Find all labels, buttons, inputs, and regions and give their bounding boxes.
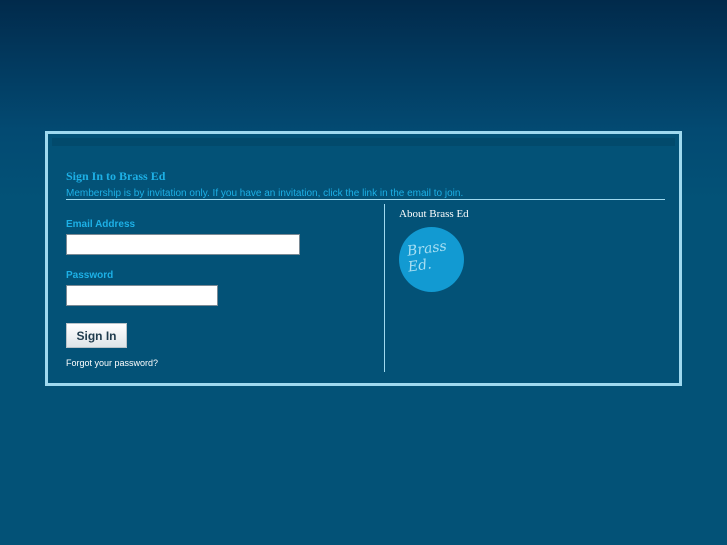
brass-ed-logo: Brass Ed. [399,227,464,292]
about-section: About Brass Ed Brass Ed. [399,204,659,370]
forgot-password-link[interactable]: Forgot your password? [66,358,158,368]
about-title: About Brass Ed [399,208,469,220]
column-divider [384,204,385,372]
signin-header: Sign In to Brass Ed Membership is by inv… [66,163,665,200]
password-label: Password [66,270,114,281]
signin-form: Email Address Password Sign In Forgot yo… [66,204,382,370]
email-field[interactable] [66,234,300,255]
signin-panel: Sign In to Brass Ed Membership is by inv… [45,131,682,386]
signin-panel-inner: Sign In to Brass Ed Membership is by inv… [52,138,675,379]
page-title: Sign In to Brass Ed [66,169,166,183]
logo-text-line2: Ed. [407,256,433,276]
email-label: Email Address [66,219,136,230]
sign-in-button[interactable]: Sign In [66,323,127,348]
password-field[interactable] [66,285,218,306]
membership-notice: Membership is by invitation only. If you… [66,188,464,199]
